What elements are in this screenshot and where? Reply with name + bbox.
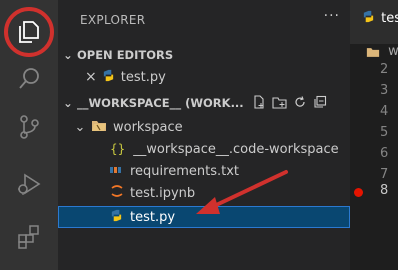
explorer-sidebar: EXPLORER ··· ⌄ OPEN EDITORS × test.py ⌄ … [58,0,350,270]
file-name: test.ipynb [130,185,196,201]
file-item[interactable]: requirements.txt [58,160,350,182]
file-item[interactable]: {} __workspace__.code-workspace [58,138,350,160]
line-number: 5 [380,125,389,140]
line-number: 4 [380,104,389,119]
new-file-icon[interactable] [252,94,266,112]
tab-label: tes [381,11,398,26]
jupyter-icon [110,184,124,202]
json-braces-icon: {} [110,142,126,156]
chevron-down-icon: ⌄ [74,119,86,135]
workspace-folder[interactable]: ⌄ workspace [58,116,350,138]
new-folder-icon[interactable] [272,95,287,112]
folder-name: workspace [113,119,183,135]
workspace-header[interactable]: ⌄ __WORKSPACE__ (WORK... [58,92,350,114]
tab-bar: tes [350,0,398,44]
python-file-icon [362,10,375,27]
line-number: 2 [380,62,389,77]
folder-icon [91,119,107,136]
refresh-icon[interactable] [293,95,307,112]
line-number: 7 [380,167,389,182]
close-icon[interactable]: × [85,69,97,85]
open-editors-header[interactable]: ⌄ OPEN EDITORS [58,44,350,66]
search-icon[interactable] [0,55,58,103]
line-number: 6 [380,146,389,161]
line-number-active: 8 [380,183,389,198]
open-editor-name: test.py [120,69,166,85]
python-file-icon [102,69,115,86]
source-control-icon[interactable] [0,103,58,151]
chevron-down-icon: ⌄ [63,96,73,110]
explorer-icon[interactable] [0,8,58,56]
collapse-all-icon[interactable] [313,95,327,112]
folder-icon [366,44,384,59]
breakpoint-dot[interactable] [354,188,363,197]
file-name: test.py [130,209,176,225]
open-editor-item[interactable]: × test.py [58,66,350,88]
explorer-title: EXPLORER [80,13,146,27]
breadcrumb-text: w [388,44,398,59]
extensions-icon[interactable] [0,213,58,261]
python-file-icon [110,209,123,226]
pip-requirements-icon [110,164,124,179]
file-name: __workspace__.code-workspace [133,141,339,157]
run-debug-icon[interactable] [0,160,58,208]
editor-tab[interactable]: tes [350,10,398,27]
file-name: requirements.txt [130,163,240,179]
open-editors-label: OPEN EDITORS [77,48,174,62]
editor-area: tes w 2 3 4 5 6 7 8 [350,0,398,270]
line-number: 3 [380,83,389,98]
workspace-label: __WORKSPACE__ (WORK... [77,96,244,110]
activity-bar [0,0,58,270]
file-item[interactable]: test.ipynb [58,182,350,204]
file-item-selected[interactable]: test.py [58,206,350,228]
chevron-down-icon: ⌄ [63,48,73,62]
more-actions-icon[interactable]: ··· [324,8,340,24]
